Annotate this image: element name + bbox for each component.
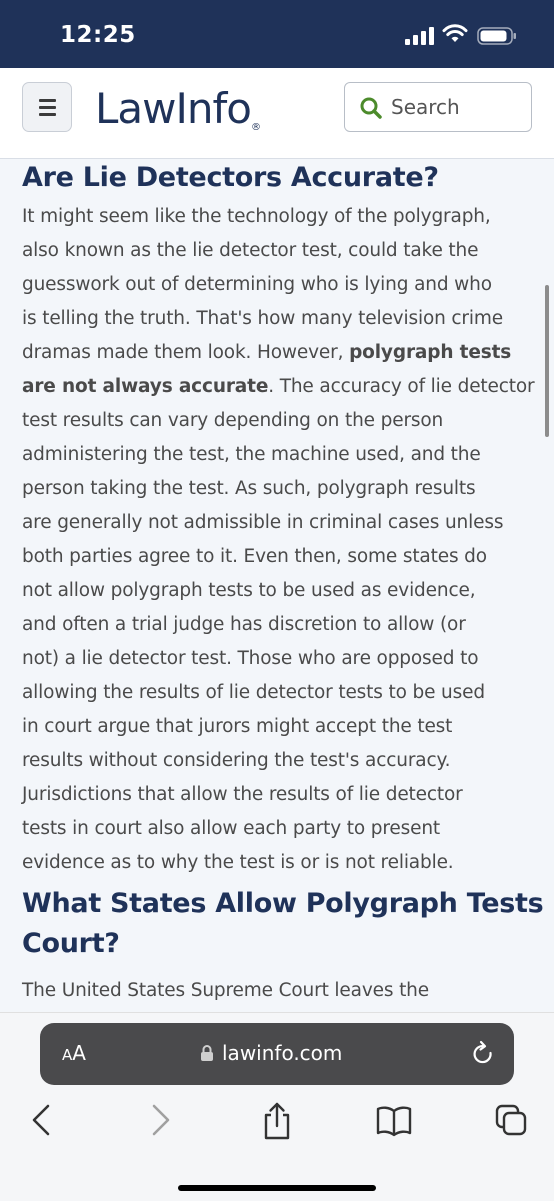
status-bar: 12:25 [0, 0, 554, 68]
bold-polygraph-tests: polygraph tests [349, 342, 512, 363]
address-bar[interactable]: AA lawinfo.com [40, 1023, 514, 1085]
tabs-icon [495, 1104, 527, 1136]
bookmarks-button[interactable] [375, 1105, 413, 1141]
lawinfo-logo[interactable]: LawInfo® [95, 84, 261, 133]
search-icon [360, 97, 382, 119]
url-text: lawinfo.com [222, 1041, 343, 1065]
article-content: Are Lie Detectors Accurate? It might see… [22, 158, 554, 1008]
status-time: 12:25 [60, 22, 136, 48]
lock-icon [201, 1045, 213, 1061]
share-button[interactable] [261, 1101, 293, 1145]
home-indicator [178, 1185, 376, 1191]
logo-text-law: Law [95, 84, 176, 133]
logo-registered-mark: ® [251, 122, 261, 133]
chevron-right-icon [152, 1104, 170, 1136]
reader-settings-button[interactable]: AA [62, 1041, 86, 1065]
bold-not-accurate: are not always accurate [22, 376, 269, 397]
paragraph-lie-detectors: It might seem like the technology of the… [22, 206, 535, 873]
search-label: Search [391, 95, 460, 119]
browser-nav-row [0, 1101, 554, 1145]
book-icon [376, 1106, 412, 1137]
tabs-button[interactable] [494, 1103, 528, 1141]
cellular-signal-icon [405, 27, 434, 45]
wifi-icon [442, 24, 468, 42]
battery-icon [477, 27, 516, 45]
reload-icon[interactable] [470, 1040, 496, 1068]
scroll-indicator[interactable] [545, 285, 549, 437]
paragraph-states: The United States Supreme Court leaves t… [22, 980, 429, 1001]
url-display[interactable]: lawinfo.com [200, 1041, 342, 1065]
chevron-left-icon [32, 1104, 50, 1136]
logo-text-info: Info [175, 84, 252, 133]
section-heading-states: What States Allow Polygraph Tests in Cou… [22, 888, 554, 959]
site-header: LawInfo® Search [0, 68, 554, 159]
menu-button[interactable] [22, 82, 72, 132]
browser-toolbar: AA lawinfo.com [0, 1012, 554, 1201]
section-heading-lie-detectors: Are Lie Detectors Accurate? [22, 162, 439, 193]
search-box[interactable]: Search [344, 82, 532, 132]
forward-button[interactable] [150, 1103, 172, 1141]
share-icon [264, 1102, 290, 1140]
back-button[interactable] [30, 1103, 52, 1141]
